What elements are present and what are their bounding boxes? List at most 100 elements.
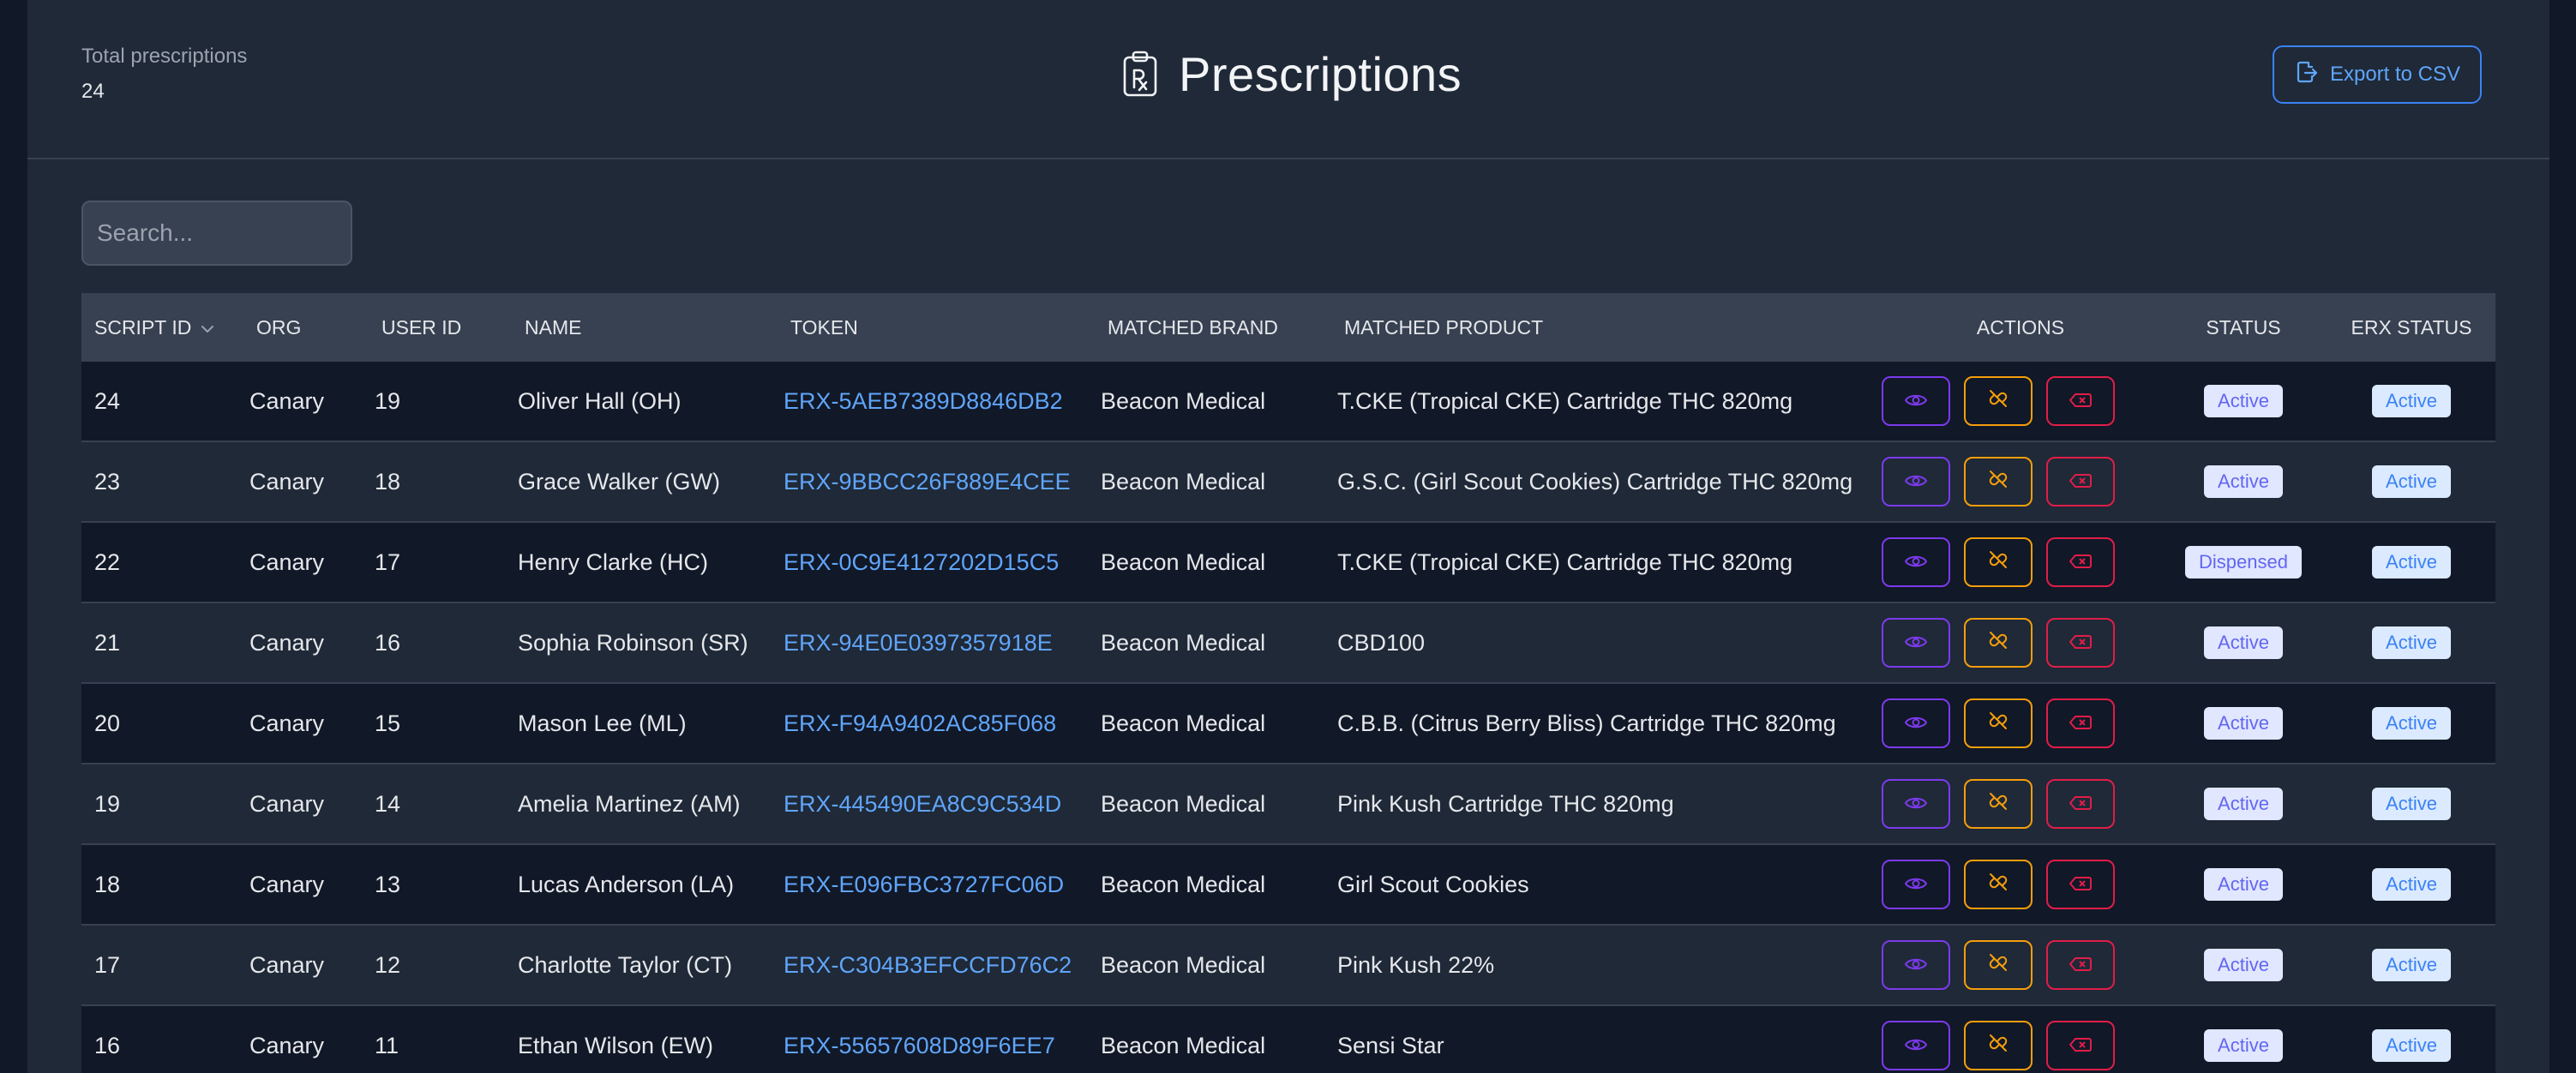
table-row: 22 Canary 17 Henry Clarke (HC) ERX-0C9E4… [81,522,2495,603]
cancel-button[interactable] [2046,698,2115,748]
view-button[interactable] [1882,940,1950,990]
view-button[interactable] [1882,779,1950,829]
cell-erx-status: Active [2327,764,2495,845]
cell-brand: Beacon Medical [1101,362,1337,442]
status-badge: Active [2204,707,2283,740]
unlink-button[interactable] [1964,537,2033,587]
prescriptions-table: SCRIPT ID ORG USER ID NAME TOKEN MATCHED… [81,293,2495,1073]
column-header-script-id[interactable]: SCRIPT ID [81,293,249,362]
token-link[interactable]: ERX-F94A9402AC85F068 [784,710,1056,736]
token-link[interactable]: ERX-55657608D89F6EE7 [784,1033,1055,1058]
cell-name: Amelia Martinez (AM) [518,764,784,845]
view-button[interactable] [1882,376,1950,426]
cell-org: Canary [249,362,375,442]
table-row: 21 Canary 16 Sophia Robinson (SR) ERX-94… [81,602,2495,684]
unlink-button[interactable] [1964,779,2033,829]
token-link[interactable]: ERX-0C9E4127202D15C5 [784,549,1059,575]
view-button[interactable] [1882,618,1950,668]
cell-status: Active [2159,844,2327,926]
cancel-button[interactable] [2046,618,2115,668]
table-row: 17 Canary 12 Charlotte Taylor (CT) ERX-C… [81,925,2495,1006]
cell-brand: Beacon Medical [1101,522,1337,603]
cancel-x-icon [2069,1033,2093,1059]
token-link[interactable]: ERX-9BBCC26F889E4CEE [784,469,1071,495]
status-badge: Dispensed [2185,546,2302,578]
unlink-button[interactable] [1964,376,2033,426]
page-title-group: Prescriptions [1122,39,1462,108]
cell-name: Charlotte Taylor (CT) [518,925,784,1006]
cancel-button[interactable] [2046,1021,2115,1070]
cell-product: Girl Scout Cookies [1337,844,1882,926]
cell-product: G.S.C. (Girl Scout Cookies) Cartridge TH… [1337,441,1882,523]
eye-icon [1904,549,1928,576]
token-link[interactable]: ERX-94E0E0397357918E [784,630,1053,656]
erx-status-badge: Active [2372,546,2451,578]
token-link[interactable]: ERX-E096FBC3727FC06D [784,872,1064,897]
cell-token: ERX-445490EA8C9C534D [784,764,1101,845]
cancel-button[interactable] [2046,457,2115,507]
app-panel: Total prescriptions 24 Prescriptions Exp… [27,0,2549,1073]
cell-script-id: 18 [81,844,249,926]
cancel-button[interactable] [2046,860,2115,909]
status-badge: Active [2204,385,2283,417]
cell-actions [1882,602,2159,684]
status-badge: Active [2204,949,2283,981]
unlink-icon [1986,1033,2010,1059]
unlink-button[interactable] [1964,940,2033,990]
eye-icon [1904,1033,1928,1059]
cancel-x-icon [2069,388,2093,415]
cell-status: Active [2159,602,2327,684]
total-prescriptions-label: Total prescriptions [81,45,248,68]
cancel-button[interactable] [2046,940,2115,990]
cancel-button[interactable] [2046,779,2115,829]
cancel-button[interactable] [2046,376,2115,426]
cell-brand: Beacon Medical [1101,602,1337,684]
unlink-button[interactable] [1964,698,2033,748]
table-row: 20 Canary 15 Mason Lee (ML) ERX-F94A9402… [81,683,2495,764]
cell-org: Canary [249,441,375,523]
cell-name: Grace Walker (GW) [518,441,784,523]
token-link[interactable]: ERX-5AEB7389D8846DB2 [784,388,1063,414]
unlink-button[interactable] [1964,860,2033,909]
status-badge: Active [2204,788,2283,820]
cell-product: C.B.B. (Citrus Berry Bliss) Cartridge TH… [1337,683,1882,764]
cell-org: Canary [249,1005,375,1073]
view-button[interactable] [1882,537,1950,587]
view-button[interactable] [1882,860,1950,909]
export-csv-button[interactable]: Export to CSV [2273,45,2482,104]
cell-script-id: 21 [81,602,249,684]
cancel-x-icon [2069,630,2093,656]
cancel-x-icon [2069,549,2093,576]
cell-token: ERX-5AEB7389D8846DB2 [784,362,1101,442]
cell-name: Henry Clarke (HC) [518,522,784,603]
view-button[interactable] [1882,698,1950,748]
cell-status: Active [2159,764,2327,845]
cell-name: Sophia Robinson (SR) [518,602,784,684]
column-header-org: ORG [256,315,302,339]
cell-name: Oliver Hall (OH) [518,362,784,442]
cell-user-id: 15 [375,683,518,764]
eye-icon [1904,388,1928,415]
export-csv-label: Export to CSV [2329,63,2461,86]
eye-icon [1904,872,1928,898]
status-badge: Active [2204,868,2283,901]
token-link[interactable]: ERX-C304B3EFCCFD76C2 [784,952,1072,978]
unlink-button[interactable] [1964,457,2033,507]
view-button[interactable] [1882,457,1950,507]
erx-status-badge: Active [2372,868,2451,901]
cell-name: Mason Lee (ML) [518,683,784,764]
prescription-clipboard-icon [1122,50,1158,98]
token-link[interactable]: ERX-445490EA8C9C534D [784,791,1061,817]
unlink-icon [1986,872,2010,898]
cell-user-id: 16 [375,602,518,684]
cell-actions [1882,441,2159,523]
unlink-button[interactable] [1964,1021,2033,1070]
table-row: 19 Canary 14 Amelia Martinez (AM) ERX-44… [81,764,2495,845]
cell-status: Active [2159,441,2327,523]
unlink-button[interactable] [1964,618,2033,668]
cancel-button[interactable] [2046,537,2115,587]
view-button[interactable] [1882,1021,1950,1070]
cell-script-id: 23 [81,441,249,523]
search-input[interactable] [81,201,352,266]
cell-product: Pink Kush Cartridge THC 820mg [1337,764,1882,845]
